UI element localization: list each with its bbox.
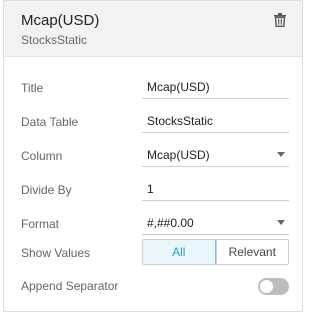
format-label: Format: [21, 217, 60, 231]
divide-by-row: Divide By 1: [4, 174, 302, 208]
append-separator-label: Append Separator: [21, 279, 119, 293]
divide-by-input[interactable]: 1: [142, 175, 289, 201]
title-row: Title Mcap(USD): [4, 72, 302, 106]
column-settings-panel: Mcap(USD) StocksStatic Title Mcap(USD) D…: [3, 0, 303, 312]
data-table-input[interactable]: StocksStatic: [142, 107, 289, 133]
panel-subtitle: StocksStatic: [21, 33, 88, 47]
panel-title: Mcap(USD): [21, 12, 100, 29]
append-separator-switch[interactable]: [258, 278, 289, 295]
format-row: Format #,##0.00: [4, 208, 302, 242]
column-label: Column: [21, 149, 63, 163]
chevron-down-icon: [277, 220, 285, 225]
format-select-value: #,##0.00: [147, 216, 194, 230]
divide-by-label: Divide By: [21, 183, 72, 197]
panel-header: Mcap(USD) StocksStatic: [4, 1, 302, 57]
column-select[interactable]: Mcap(USD): [142, 141, 289, 167]
show-values-label: Show Values: [21, 246, 91, 260]
show-values-relevant-button[interactable]: Relevant: [215, 240, 288, 264]
append-separator-row: Append Separator: [4, 271, 302, 305]
switch-knob: [260, 280, 273, 293]
trash-icon[interactable]: [274, 13, 288, 29]
show-values-row: Show Values All Relevant: [4, 238, 302, 272]
column-select-value: Mcap(USD): [147, 148, 210, 162]
column-row: Column Mcap(USD): [4, 140, 302, 174]
title-label: Title: [21, 81, 44, 95]
show-values-toggle: All Relevant: [142, 239, 289, 265]
data-table-row: Data Table StocksStatic: [4, 106, 302, 140]
chevron-down-icon: [277, 152, 285, 157]
data-table-label: Data Table: [21, 115, 79, 129]
show-values-all-button[interactable]: All: [143, 240, 216, 264]
title-input[interactable]: Mcap(USD): [142, 73, 289, 99]
format-select[interactable]: #,##0.00: [142, 209, 289, 235]
